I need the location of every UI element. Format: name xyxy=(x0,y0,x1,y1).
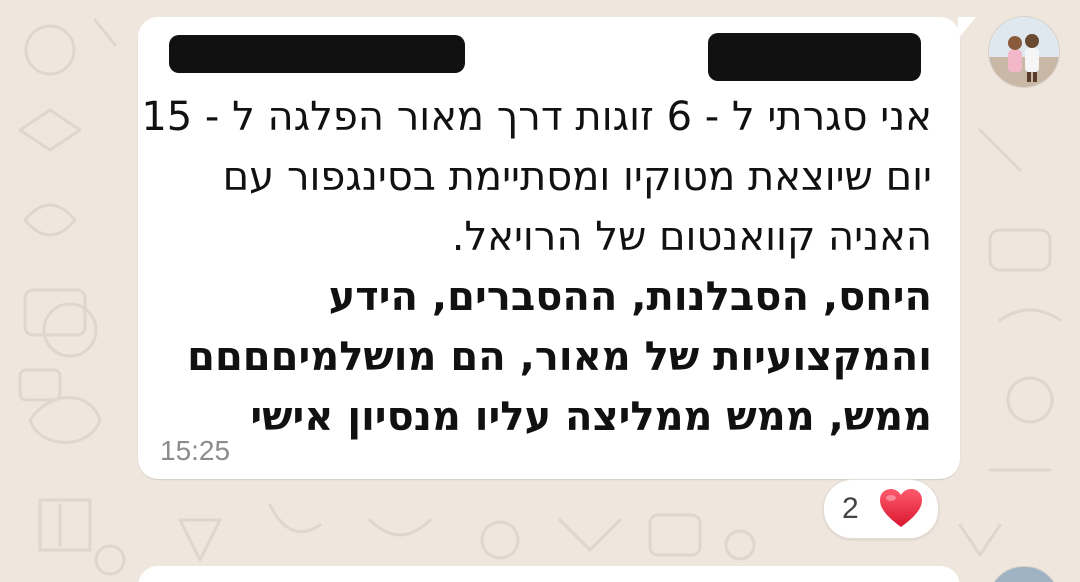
sender-name-redaction xyxy=(708,33,921,81)
message-line: והמקצועיות של מאור, הם מושלמיםםםם xyxy=(187,334,932,380)
redaction-bar xyxy=(169,35,465,73)
message-line: היחס, הסבלנות, ההסברים, הידע xyxy=(328,274,932,320)
bubble-tail xyxy=(958,17,976,39)
sender-avatar[interactable] xyxy=(988,16,1060,88)
message-timestamp: 15:25 xyxy=(160,435,231,466)
reaction-count: 2 xyxy=(842,492,859,525)
message-line: ממש, ממש ממליצה עליו מנסיון אישי xyxy=(250,394,932,440)
message-line: אני סגרתי ל - 6 זוגות דרך מאור הפלגה ל -… xyxy=(141,94,932,140)
next-message-bubble[interactable] xyxy=(138,566,960,582)
message-bubble[interactable]: ~ אני סגרתי ל - 6 זוגות דרך מאור הפלגה ל… xyxy=(138,17,960,479)
message-line: האניה קוואנטום של הרויאל. xyxy=(451,214,932,260)
red-heart-icon xyxy=(878,487,924,531)
message-text: אני סגרתי ל - 6 זוגות דרך מאור הפלגה ל -… xyxy=(141,87,932,447)
reaction-pill[interactable]: 2 xyxy=(823,479,939,539)
message-line: יום שיוצאת מטוקיו ומסתיימת בסינגפור עם xyxy=(222,154,932,200)
